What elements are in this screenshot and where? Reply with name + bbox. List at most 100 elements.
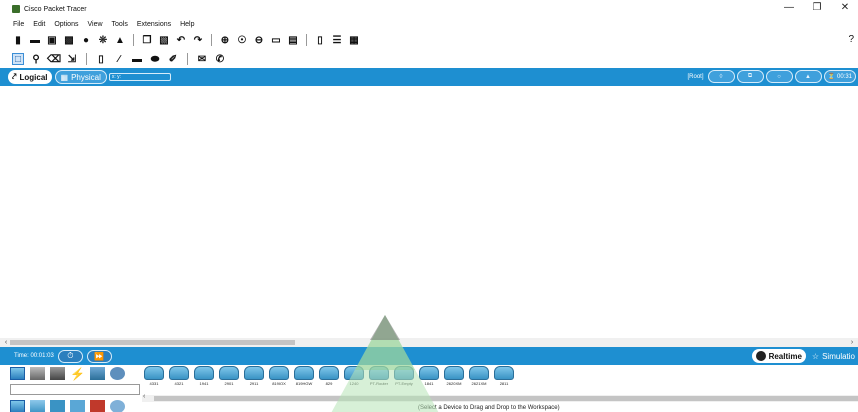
root-label: [Root] [687, 73, 704, 80]
activity-wizard-icon[interactable]: ❊ [97, 34, 109, 46]
tab-physical[interactable]: ▦ Physical [54, 70, 107, 84]
info-icon[interactable]: ● [80, 34, 92, 46]
undo-icon[interactable]: ↶ [175, 34, 187, 46]
viewport-path-field[interactable]: x: y: [108, 73, 171, 81]
logical-view-icon: ⤤ [12, 72, 17, 81]
clock-time: 00:31 [836, 73, 852, 80]
new-cluster-button[interactable]: ◊ [707, 70, 735, 83]
device-item[interactable]: 2621XM [468, 366, 490, 390]
time-label: Time: 00:01:03 [14, 353, 54, 359]
end-devices-icon[interactable] [30, 367, 45, 380]
device-item[interactable]: 4331 [143, 366, 165, 390]
logical-workspace[interactable] [8, 86, 850, 338]
device-label: 1941 [199, 381, 209, 386]
view-bar-right: [Root] ◊ ⧉ ○ ▲ ⏳ 00:31 [687, 70, 856, 83]
delete-icon[interactable]: ⌫ [47, 53, 61, 65]
wireless-devices-icon[interactable] [70, 400, 85, 412]
zoom-in-icon[interactable]: ⊕ [219, 34, 231, 46]
fast-forward-time-button[interactable]: ⏩ [86, 349, 112, 363]
router-icon [169, 366, 189, 380]
device-item[interactable]: 2901 [218, 366, 240, 390]
device-list-scrollbar[interactable]: ‹ [142, 393, 858, 402]
device-item[interactable]: 819IOX [268, 366, 290, 390]
paste-icon[interactable]: ▧ [158, 34, 170, 46]
move-object-button[interactable]: ⧉ [736, 70, 764, 83]
menu-options[interactable]: Options [54, 21, 78, 28]
wan-emulation-icon[interactable] [110, 400, 125, 412]
new-file-icon[interactable]: ▮ [12, 34, 24, 46]
add-pdu-icon[interactable]: ✉ [196, 53, 208, 65]
open-folder-icon[interactable]: ▬ [29, 34, 41, 46]
close-icon[interactable]: ✕ [840, 3, 850, 13]
inspect-icon[interactable]: ⚲ [30, 53, 42, 65]
device-label: 4321 [174, 381, 184, 386]
router-icon [219, 366, 239, 380]
device-list-icon[interactable]: ▯ [314, 34, 326, 46]
security-icon[interactable] [90, 400, 105, 412]
device-item[interactable]: 4321 [168, 366, 190, 390]
menu-edit[interactable]: Edit [33, 21, 45, 28]
rectangle-icon[interactable]: ▬ [131, 53, 143, 65]
device-item[interactable]: 2911 [243, 366, 265, 390]
notes-icon[interactable]: ☰ [331, 34, 343, 46]
tab-realtime[interactable]: Realtime [751, 349, 806, 363]
network-icon[interactable]: ▲ [114, 34, 126, 46]
scroll-thumb[interactable] [154, 396, 858, 401]
miscellaneous-icon[interactable] [90, 367, 105, 380]
tab-logical-label: Logical [19, 72, 48, 82]
routers-icon[interactable] [10, 400, 25, 412]
device-label: 2811 [499, 381, 509, 386]
scroll-right-icon[interactable]: › [846, 339, 858, 346]
router-icon [469, 366, 489, 380]
zoom-out-icon[interactable]: ⊖ [253, 34, 265, 46]
line-icon[interactable]: ∕ [113, 53, 125, 65]
device-label: 2901 [224, 381, 234, 386]
environment-clock[interactable]: ⏳ 00:31 [823, 70, 856, 83]
device-item[interactable]: 2811 [493, 366, 515, 390]
custom-device-dialog-icon[interactable]: ▤ [287, 34, 299, 46]
device-item[interactable]: 1941 [193, 366, 215, 390]
toolbar-divider [86, 53, 87, 65]
zoom-reset-icon[interactable]: ☉ [236, 34, 248, 46]
ellipse-icon[interactable]: ⬬ [149, 53, 161, 65]
tab-logical[interactable]: ⤤ Logical [8, 70, 52, 84]
print-icon[interactable]: ▩ [63, 34, 75, 46]
note-icon[interactable]: ▯ [95, 53, 107, 65]
maximize-icon[interactable]: ❐ [812, 3, 822, 13]
select-icon[interactable]: □ [12, 53, 24, 65]
resize-icon[interactable]: ⇲ [66, 53, 78, 65]
copy-icon[interactable]: ❐ [141, 34, 153, 46]
device-label: 4331 [149, 381, 159, 386]
view-bar: ⤤ Logical ▦ Physical x: y: [Root] ◊ ⧉ ○ … [0, 68, 858, 86]
connections-icon[interactable]: ⚡ [70, 367, 85, 381]
hubs-icon[interactable] [50, 400, 65, 412]
add-complex-pdu-icon[interactable]: ✆ [214, 53, 226, 65]
scroll-thumb[interactable] [10, 340, 295, 345]
freeform-icon[interactable]: ✐ [167, 53, 179, 65]
toolbar-divider [211, 34, 212, 46]
power-cycle-devices-button[interactable]: ⏱ [57, 349, 83, 363]
minimize-icon[interactable]: — [784, 3, 794, 13]
mode-switch: Realtime ☆ Simulatio [751, 349, 858, 363]
components-icon[interactable] [50, 367, 65, 380]
simulation-icon: ☆ [811, 351, 820, 361]
redo-icon[interactable]: ↷ [192, 34, 204, 46]
menu-view[interactable]: View [87, 21, 102, 28]
router-icon [269, 366, 289, 380]
menu-help[interactable]: Help [180, 21, 194, 28]
scroll-left-icon[interactable]: ‹ [143, 393, 145, 400]
tab-physical-label: Physical [71, 72, 101, 82]
viewport-button[interactable]: ▲ [794, 70, 822, 83]
image-icon[interactable]: ▦ [348, 34, 360, 46]
menu-extensions[interactable]: Extensions [137, 21, 171, 28]
switches-icon[interactable] [30, 400, 45, 412]
multiuser-connection-icon[interactable] [110, 367, 125, 380]
drawing-palette-icon[interactable]: ▭ [270, 34, 282, 46]
menu-tools[interactable]: Tools [112, 21, 128, 28]
network-devices-icon[interactable] [10, 367, 25, 380]
set-tiled-background-button[interactable]: ○ [765, 70, 793, 83]
tab-simulation[interactable]: ☆ Simulatio [809, 349, 858, 363]
menu-file[interactable]: File [13, 21, 24, 28]
save-icon[interactable]: ▣ [46, 34, 58, 46]
help-icon[interactable]: ? [848, 34, 854, 45]
